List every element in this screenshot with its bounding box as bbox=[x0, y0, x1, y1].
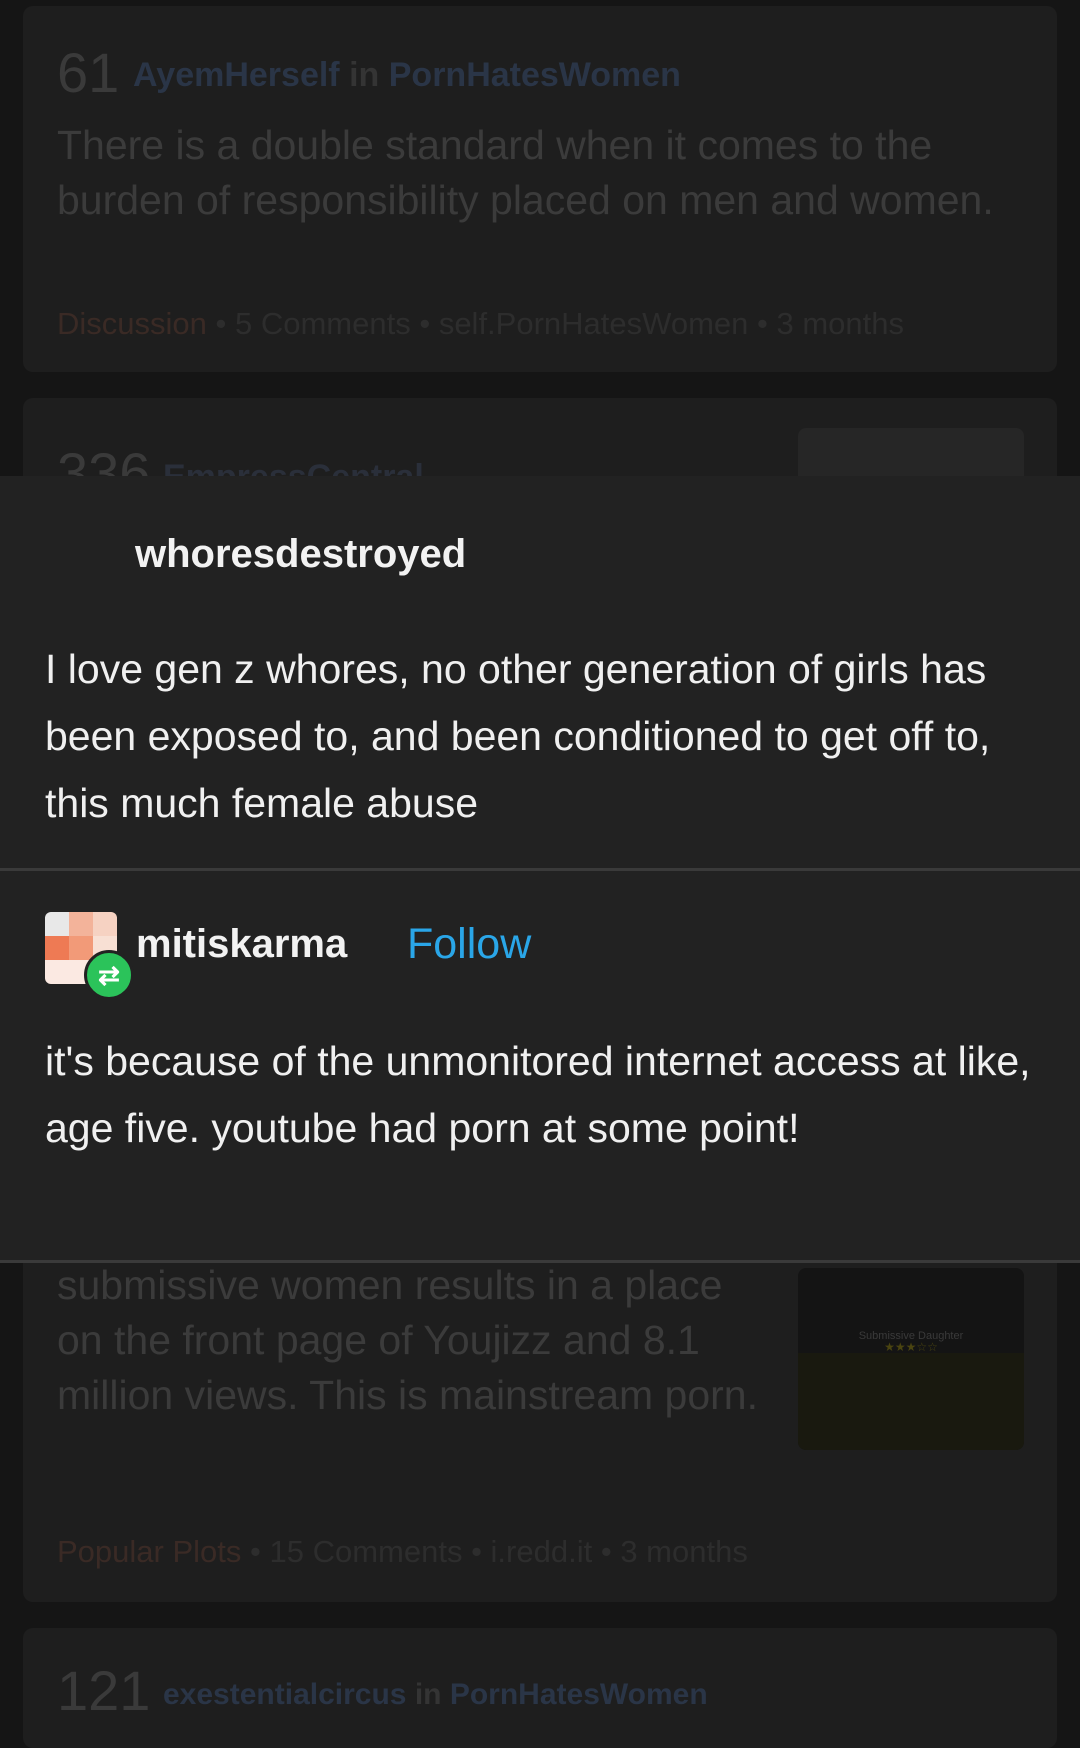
post-card[interactable]: 61 AyemHerself in PornHatesWomen There i… bbox=[23, 6, 1057, 372]
author-link[interactable]: exestentialcircus bbox=[163, 1678, 406, 1711]
post-flair[interactable]: Discussion bbox=[57, 306, 207, 341]
tumblr-post-screenshot: whoresdestroyed I love gen z whores, no … bbox=[0, 476, 1080, 1263]
in-label: in bbox=[414, 1678, 442, 1711]
post-author-line: AyemHerself in PornHatesWomen bbox=[133, 56, 681, 95]
post-meta: Popular Plots • 15 Comments • i.redd.it … bbox=[57, 1534, 748, 1569]
comments-count[interactable]: 5 Comments bbox=[235, 306, 411, 341]
post-author-line: exestentialcircus in PornHatesWomen bbox=[163, 1678, 708, 1712]
post-body: I love gen z whores, no other generation… bbox=[45, 646, 991, 826]
username-mitiskarma: mitiskarma bbox=[136, 922, 348, 966]
subreddit-link[interactable]: PornHatesWomen bbox=[450, 1678, 708, 1711]
post-card[interactable]: 121 exestentialcircus in PornHatesWomen bbox=[23, 1628, 1057, 1748]
reblog-icon: ⇄ bbox=[84, 950, 134, 1000]
post-domain[interactable]: self.PornHatesWomen bbox=[439, 306, 749, 341]
post-age: 3 months bbox=[620, 1534, 748, 1569]
username-whoresdestroyed: whoresdestroyed bbox=[135, 532, 467, 576]
post-title[interactable]: There is a double standard when it comes… bbox=[57, 118, 1017, 228]
divider bbox=[0, 868, 1080, 871]
author-link[interactable]: AyemHerself bbox=[133, 56, 340, 94]
post-domain[interactable]: i.redd.it bbox=[491, 1534, 593, 1569]
post-score: 61 bbox=[57, 41, 120, 104]
divider bbox=[0, 1260, 1080, 1263]
post-meta: Discussion • 5 Comments • self.PornHates… bbox=[57, 306, 904, 341]
thumbnail-band bbox=[798, 1353, 1024, 1450]
follow-button: Follow bbox=[407, 920, 532, 968]
post-title[interactable]: submissive women results in a place on t… bbox=[57, 1258, 777, 1423]
comments-count[interactable]: 15 Comments bbox=[269, 1534, 462, 1569]
post-score: 121 bbox=[57, 1659, 151, 1722]
post-age: 3 months bbox=[776, 306, 904, 341]
subreddit-link[interactable]: PornHatesWomen bbox=[389, 56, 681, 94]
reply-body: it's because of the unmonitored internet… bbox=[45, 1038, 1031, 1151]
thumbnail-stars: ★★★☆☆ bbox=[884, 1340, 938, 1354]
post-thumbnail[interactable]: Submissive Daughter ★★★☆☆ bbox=[798, 1268, 1024, 1450]
post-flair[interactable]: Popular Plots bbox=[57, 1534, 241, 1569]
in-label: in bbox=[349, 56, 380, 94]
